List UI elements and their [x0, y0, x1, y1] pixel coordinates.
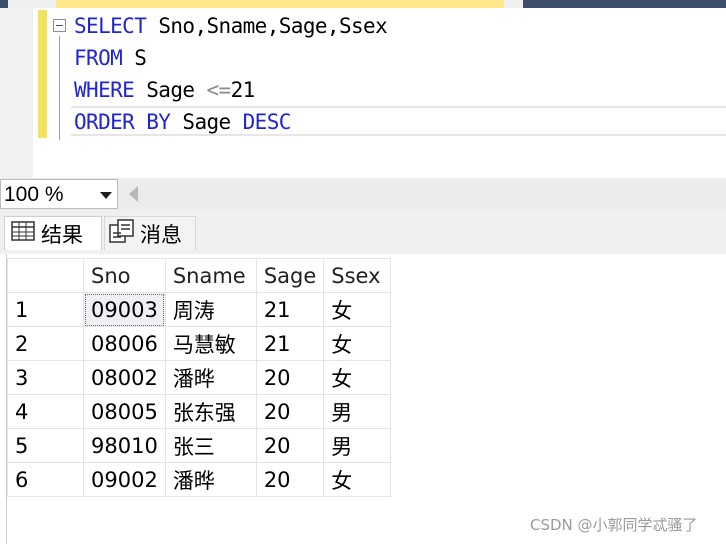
column-header[interactable]: Ssex — [323, 258, 392, 293]
table-row[interactable]: 5 98010 张三 20 男 — [7, 428, 392, 463]
sql-keyword: WHERE — [74, 78, 135, 102]
table-cell-sage[interactable]: 21 — [255, 292, 325, 327]
scroll-left-icon[interactable] — [129, 186, 138, 202]
table-cell-ssex[interactable]: 女 — [323, 326, 392, 361]
tab-messages-label: 消息 — [140, 222, 182, 247]
editor-gutter — [0, 8, 33, 178]
table-cell-ssex[interactable]: 男 — [323, 428, 392, 463]
sql-keyword: DESC — [242, 110, 292, 134]
zoom-value: 100 % — [4, 183, 64, 206]
table-cell-ssex[interactable]: 女 — [323, 360, 392, 395]
change-indicator-bar — [38, 10, 47, 138]
watermark: CSDN @小郭同学忒骚了 — [530, 516, 698, 534]
table-cell-sno[interactable]: 09002 — [83, 462, 166, 497]
table-cell-sage[interactable]: 21 — [255, 326, 325, 361]
document-tab-left[interactable] — [0, 0, 8, 8]
row-number-header[interactable] — [7, 258, 84, 293]
row-number[interactable]: 6 — [7, 462, 84, 497]
sql-text: Sage — [182, 110, 231, 134]
table-cell-sno[interactable]: 98010 — [83, 428, 166, 463]
table-cell-sname[interactable]: 周涛 — [164, 292, 257, 327]
table-cell-sname[interactable]: 潘晔 — [164, 360, 257, 395]
row-number[interactable]: 1 — [7, 292, 84, 327]
table-cell-sage[interactable]: 20 — [255, 428, 325, 463]
sql-text: S — [134, 46, 147, 70]
editor-status-row: 100 % — [0, 178, 726, 210]
table-row[interactable]: 3 08002 潘晔 20 女 — [7, 360, 392, 395]
table-cell-sage[interactable]: 20 — [255, 394, 325, 429]
table-row[interactable]: 1 09003 周涛 21 女 — [7, 292, 392, 327]
code-line-from[interactable]: FROM S — [74, 43, 147, 73]
table-cell-ssex[interactable]: 女 — [323, 462, 392, 497]
results-table: Sno Sname Sage Ssex 1 09003 周涛 21 女 2 08… — [7, 258, 392, 497]
document-tab-other[interactable] — [523, 0, 726, 8]
tab-results[interactable]: 结果 — [4, 216, 102, 250]
table-cell-sno[interactable]: 09003 — [83, 292, 166, 327]
table-cell-sname[interactable]: 张三 — [164, 428, 257, 463]
table-cell-sno[interactable]: 08002 — [83, 360, 166, 395]
code-line-select[interactable]: SELECT Sno,Sname,Sage,Ssex — [74, 11, 388, 41]
column-header[interactable]: Sno — [83, 258, 166, 293]
table-cell-ssex[interactable]: 女 — [323, 292, 392, 327]
collapse-icon[interactable] — [53, 19, 66, 32]
table-cell-sname[interactable]: 张东强 — [164, 394, 257, 429]
row-number[interactable]: 2 — [7, 326, 84, 361]
row-number[interactable]: 5 — [7, 428, 84, 463]
document-tab-strip — [0, 0, 726, 8]
sql-text: Sage — [146, 78, 207, 102]
table-row[interactable]: 2 08006 马慧敏 21 女 — [7, 326, 392, 361]
table-cell-sname[interactable]: 潘晔 — [164, 462, 257, 497]
table-cell-sno[interactable]: 08005 — [83, 394, 166, 429]
column-header[interactable]: Sname — [164, 258, 257, 293]
tab-results-label: 结果 — [41, 222, 83, 247]
zoom-dropdown[interactable]: 100 % — [0, 179, 118, 209]
column-header[interactable]: Sage — [255, 258, 325, 293]
code-line-order-by[interactable]: ORDER BY Sage DESC — [74, 107, 291, 137]
chevron-down-icon[interactable] — [100, 192, 112, 199]
results-grid[interactable]: Sno Sname Sage Ssex 1 09003 周涛 21 女 2 08… — [6, 254, 726, 544]
table-cell-sage[interactable]: 20 — [255, 360, 325, 395]
document-tab-active[interactable] — [56, 0, 504, 8]
sql-text: Sno,Sname,Sage,Ssex — [158, 14, 388, 38]
table-cell-sname[interactable]: 马慧敏 — [164, 326, 257, 361]
table-cell-ssex[interactable]: 男 — [323, 394, 392, 429]
table-cell-sno[interactable]: 08006 — [83, 326, 166, 361]
tab-messages[interactable]: 消息 — [104, 216, 196, 250]
code-line-where[interactable]: WHERE Sage <=21 — [74, 75, 255, 105]
messages-icon — [109, 219, 135, 248]
sql-keyword: ORDER BY — [74, 110, 171, 134]
result-tabs: 结果 消息 — [0, 210, 726, 254]
table-row[interactable]: 4 08005 张东强 20 男 — [7, 394, 392, 429]
sql-operator: <= — [206, 78, 231, 102]
fold-guide-line — [59, 36, 60, 140]
sql-keyword: FROM — [74, 46, 123, 70]
grid-icon — [11, 221, 35, 246]
row-number[interactable]: 3 — [7, 360, 84, 395]
table-cell-sage[interactable]: 20 — [255, 462, 325, 497]
query-editor[interactable]: SELECT Sno,Sname,Sage,Ssex FROM S WHERE … — [0, 8, 726, 178]
sql-text: 21 — [230, 78, 256, 102]
table-header-row: Sno Sname Sage Ssex — [7, 258, 392, 293]
row-number[interactable]: 4 — [7, 394, 84, 429]
sql-keyword: SELECT — [74, 14, 147, 38]
table-row[interactable]: 6 09002 潘晔 20 女 — [7, 462, 392, 497]
